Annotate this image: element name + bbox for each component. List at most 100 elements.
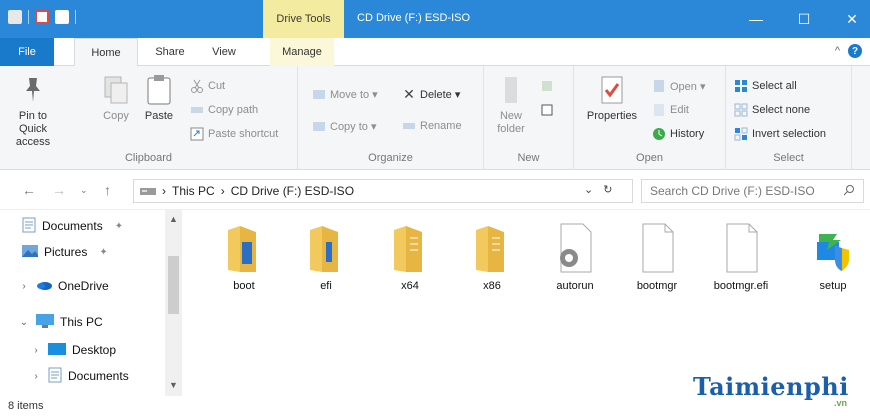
- invert-selection-button[interactable]: Invert selection: [734, 124, 826, 144]
- paste-shortcut-icon: [190, 127, 204, 141]
- file-item-x86[interactable]: x86: [457, 218, 527, 293]
- rename-icon: [402, 119, 416, 133]
- scrollbar-thumb[interactable]: [168, 256, 179, 314]
- address-bar[interactable]: › This PC › CD Drive (F:) ESD-ISO: [133, 179, 633, 203]
- close-button[interactable]: ✕: [828, 0, 870, 38]
- history-button[interactable]: History: [652, 124, 704, 144]
- file-name: efi: [320, 280, 332, 292]
- copy-path-button[interactable]: Copy path: [190, 100, 258, 120]
- folder-icon: [302, 218, 350, 274]
- file-item-bootmgr[interactable]: bootmgr: [622, 218, 692, 293]
- properties-button[interactable]: Properties: [582, 74, 642, 123]
- properties-check-icon: [596, 74, 628, 106]
- documents-icon: [22, 217, 36, 236]
- back-arrow-icon[interactable]: ←: [22, 182, 36, 198]
- search-input[interactable]: Search CD Drive (F:) ESD-ISO: [641, 179, 864, 203]
- breadcrumb-separator-icon: ›: [162, 184, 166, 198]
- tab-home[interactable]: Home: [74, 38, 138, 67]
- tab-manage[interactable]: Manage: [270, 38, 334, 66]
- copy-to-icon: [312, 119, 326, 133]
- nav-item-onedrive[interactable]: › OneDrive: [18, 274, 108, 298]
- settings-file-icon: [551, 218, 599, 274]
- collapse-ribbon-icon[interactable]: ^: [835, 45, 840, 57]
- file-name: x86: [483, 280, 501, 292]
- properties-label: Properties: [586, 110, 638, 122]
- expand-chevron-icon[interactable]: ›: [18, 281, 30, 292]
- collapse-chevron-icon[interactable]: ⌄: [18, 317, 30, 328]
- select-none-icon: [734, 103, 748, 117]
- forward-arrow-icon[interactable]: →: [52, 182, 66, 198]
- pin-icon[interactable]: ✦: [99, 247, 107, 258]
- file-name: bootmgr: [636, 280, 678, 292]
- tab-file[interactable]: File: [0, 38, 54, 66]
- tab-view[interactable]: View: [202, 38, 246, 66]
- edit-button[interactable]: Edit: [652, 100, 689, 120]
- open-button[interactable]: Open ▾: [652, 76, 706, 96]
- rename-button[interactable]: Rename: [402, 116, 462, 136]
- address-tools: ⌄ ↻: [584, 183, 612, 196]
- up-arrow-icon[interactable]: ↑: [104, 182, 111, 198]
- search-icon: [843, 184, 855, 199]
- breadcrumb-separator-icon: ›: [220, 184, 225, 198]
- title-bar: Drive Tools CD Drive (F:) ESD-ISO — ☐ ✕: [0, 0, 870, 38]
- window-title: CD Drive (F:) ESD-ISO: [357, 12, 471, 24]
- pin-icon[interactable]: ✦: [115, 221, 123, 232]
- move-to-button[interactable]: Move to ▾: [312, 84, 378, 104]
- nav-item-desktop[interactable]: › Desktop: [30, 338, 116, 362]
- onedrive-cloud-icon: [36, 279, 52, 293]
- delete-button[interactable]: ✕ Delete ▾: [402, 84, 460, 104]
- nav-item-pictures[interactable]: Pictures ✦: [22, 240, 108, 264]
- select-group: Select all Select none Invert selection …: [726, 66, 852, 170]
- address-dropdown-chevron-icon[interactable]: ⌄: [584, 183, 593, 196]
- navigation-scrollbar[interactable]: ▲ ▼: [165, 210, 182, 396]
- recent-locations-chevron-icon[interactable]: ⌄: [80, 185, 88, 196]
- breadcrumb-this-pc[interactable]: This PC: [172, 184, 215, 198]
- file-item-autorun[interactable]: autorun: [540, 218, 610, 293]
- select-none-button[interactable]: Select none: [734, 100, 810, 120]
- new-group-label: New: [517, 152, 540, 164]
- scroll-up-arrow-icon[interactable]: ▲: [169, 214, 178, 224]
- file-item-efi[interactable]: efi: [291, 218, 361, 293]
- maximize-button[interactable]: ☐: [780, 0, 828, 38]
- select-all-button[interactable]: Select all: [734, 76, 797, 96]
- pin-to-quick-access-button[interactable]: Pin to Quick access: [4, 74, 62, 149]
- help-icon[interactable]: ?: [848, 44, 862, 58]
- tab-share[interactable]: Share: [148, 38, 192, 66]
- copy-path-label: Copy path: [208, 104, 259, 116]
- open-icon: [652, 79, 666, 93]
- file-item-x64[interactable]: x64: [375, 218, 445, 293]
- copy-button[interactable]: Copy: [96, 74, 136, 123]
- open-group-label: Open: [636, 152, 663, 164]
- easy-access-icon: [540, 103, 554, 117]
- this-pc-monitor-icon: [36, 313, 54, 331]
- minimize-button[interactable]: —: [732, 0, 780, 38]
- drive-icon[interactable]: [8, 10, 22, 24]
- drive-tools-context-tab[interactable]: Drive Tools: [263, 0, 344, 38]
- nav-item-documents-pc[interactable]: › Documents: [30, 364, 129, 388]
- nav-item-documents[interactable]: Documents ✦: [22, 214, 123, 238]
- scroll-down-arrow-icon[interactable]: ▼: [169, 380, 178, 390]
- new-item-icon: [540, 79, 554, 93]
- paste-shortcut-button[interactable]: Paste shortcut: [190, 124, 278, 144]
- organize-group: Move to ▾ Copy to ▾ ✕ Delete ▾ Rename Or…: [298, 66, 484, 170]
- new-folder-button[interactable]: New folder: [492, 74, 530, 136]
- new-folder-icon[interactable]: [55, 10, 69, 24]
- nav-item-this-pc[interactable]: ⌄ This PC: [18, 310, 103, 334]
- breadcrumb-drive[interactable]: CD Drive (F:) ESD-ISO: [231, 184, 354, 198]
- cut-button[interactable]: Cut: [190, 76, 225, 96]
- properties-icon[interactable]: [35, 10, 49, 24]
- new-folder-icon: [495, 74, 527, 106]
- scissors-icon: [190, 79, 204, 93]
- new-item-button[interactable]: [540, 76, 554, 96]
- watermark-suffix: .vn: [834, 398, 848, 408]
- paste-button[interactable]: Paste: [138, 74, 180, 123]
- file-item-bootmgr-efi[interactable]: bootmgr.efi: [705, 218, 777, 293]
- refresh-icon[interactable]: ↻: [603, 183, 612, 196]
- expand-chevron-icon[interactable]: ›: [30, 345, 42, 356]
- setup-installer-icon: [809, 218, 857, 274]
- file-item-setup[interactable]: setup: [798, 218, 868, 293]
- file-item-boot[interactable]: boot: [209, 218, 279, 293]
- expand-chevron-icon[interactable]: ›: [30, 371, 42, 382]
- easy-access-button[interactable]: [540, 100, 554, 120]
- copy-to-button[interactable]: Copy to ▾: [312, 116, 377, 136]
